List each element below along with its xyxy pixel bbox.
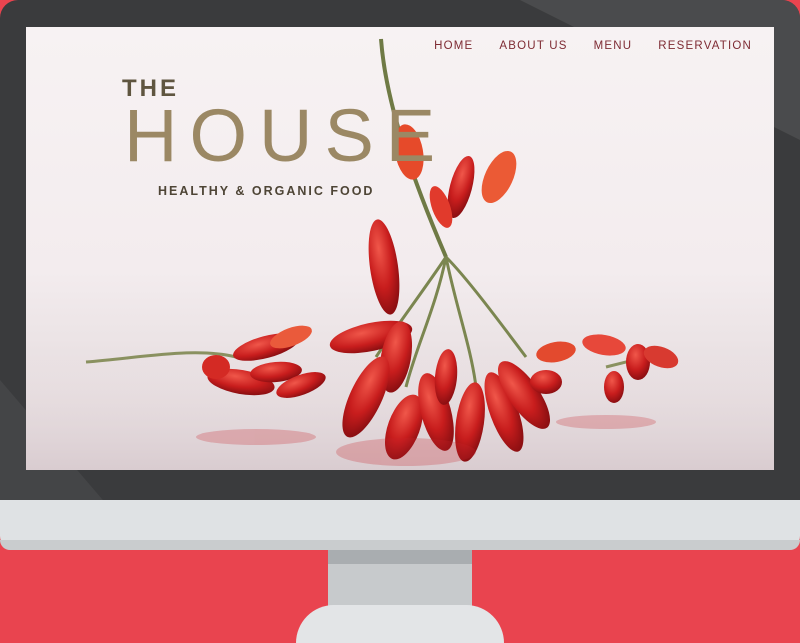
website-screen: HOME ABOUT US MENU RESERVATION THE HOUSE… — [26, 27, 774, 470]
brand-house: HOUSE — [124, 94, 448, 177]
main-nav: HOME ABOUT US MENU RESERVATION — [434, 40, 752, 52]
monitor-chin-shadow — [0, 540, 800, 550]
nav-menu-link[interactable]: MENU — [594, 40, 633, 52]
nav-home-link[interactable]: HOME — [434, 40, 473, 52]
monitor-stand-foot — [296, 605, 504, 643]
monitor-stand-neck-shadow — [328, 550, 472, 564]
brand-tagline: HEALTHY & ORGANIC FOOD — [158, 184, 375, 198]
nav-about-us-link[interactable]: ABOUT US — [499, 40, 567, 52]
nav-reservation-link[interactable]: RESERVATION — [658, 40, 752, 52]
